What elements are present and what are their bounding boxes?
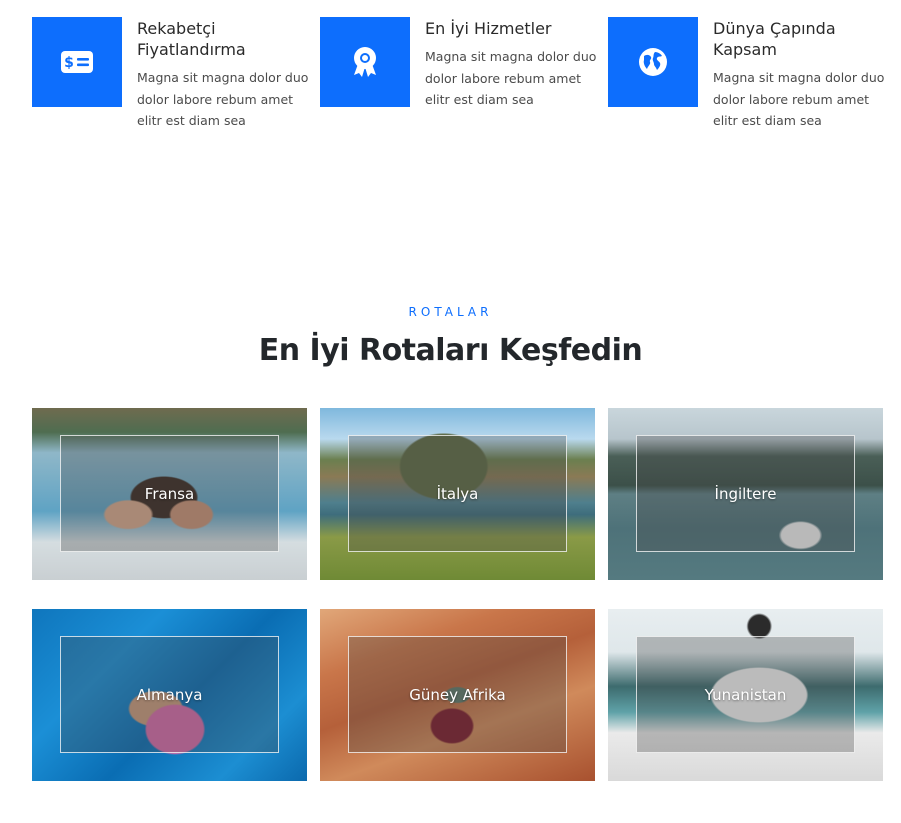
destination-card-ingiltere[interactable]: İngiltere xyxy=(608,408,883,580)
globe-icon-box xyxy=(608,17,698,107)
feature-text: Magna sit magna dolor duo dolor labore r… xyxy=(713,70,885,128)
destination-overlay: İtalya xyxy=(348,435,567,552)
award-icon-box xyxy=(320,17,410,107)
destination-overlay: Almanya xyxy=(60,636,279,753)
feature-competitive-pricing: $ Rekabetçi Fiyatlandırma Magna sit magn… xyxy=(32,17,309,137)
destination-label: Güney Afrika xyxy=(409,685,506,704)
destination-card-guney-afrika[interactable]: Güney Afrika xyxy=(320,609,595,781)
feature-worldwide-coverage: Dünya Çapında Kapsam Magna sit magna dol… xyxy=(608,17,885,137)
destination-card-almanya[interactable]: Almanya xyxy=(32,609,307,781)
money-bill-icon-box: $ xyxy=(32,17,122,107)
globe-icon xyxy=(639,48,667,76)
feature-text: Magna sit magna dolor duo dolor labore r… xyxy=(137,70,309,128)
feature-text: Magna sit magna dolor duo dolor labore r… xyxy=(425,49,597,107)
feature-title: Dünya Çapında Kapsam xyxy=(713,19,836,59)
feature-title: En İyi Hizmetler xyxy=(425,19,552,38)
destination-overlay: Fransa xyxy=(60,435,279,552)
svg-text:$: $ xyxy=(64,55,74,71)
destination-label: Fransa xyxy=(144,484,195,503)
destination-card-fransa[interactable]: Fransa xyxy=(32,408,307,580)
destination-label: Yunanistan xyxy=(704,685,787,704)
destination-label: Almanya xyxy=(136,685,203,704)
section-eyebrow: ROTALAR xyxy=(408,305,493,319)
destination-card-yunanistan[interactable]: Yunanistan xyxy=(608,609,883,781)
destination-label: İtalya xyxy=(436,484,479,503)
destination-overlay: İngiltere xyxy=(636,435,855,552)
destination-overlay: Güney Afrika xyxy=(348,636,567,753)
destination-card-italya[interactable]: İtalya xyxy=(320,408,595,580)
award-icon xyxy=(354,47,376,77)
features-row: $ Rekabetçi Fiyatlandırma Magna sit magn… xyxy=(32,17,885,137)
feature-title: Rekabetçi Fiyatlandırma xyxy=(137,19,246,59)
destination-overlay: Yunanistan xyxy=(636,636,855,753)
money-bill-icon: $ xyxy=(61,51,93,73)
destination-label: İngiltere xyxy=(714,484,777,503)
feature-best-services: En İyi Hizmetler Magna sit magna dolor d… xyxy=(320,17,597,137)
section-title: En İyi Rotaları Keşfedin xyxy=(258,333,643,368)
